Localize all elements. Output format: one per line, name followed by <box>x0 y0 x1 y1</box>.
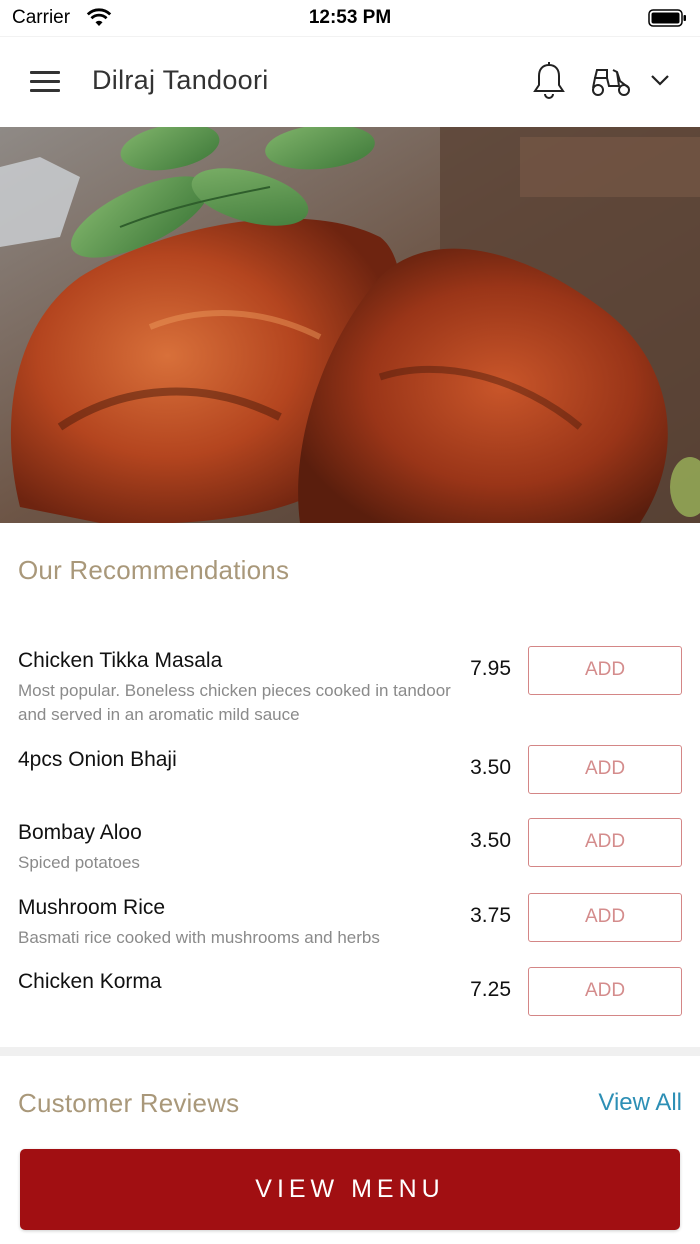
item-price: 3.50 <box>470 829 511 852</box>
app-header: Dilraj Tandoori <box>0 36 700 127</box>
chevron-down-icon[interactable] <box>650 73 670 92</box>
clock: 12:53 PM <box>308 7 392 28</box>
item-price: 7.95 <box>470 657 511 680</box>
view-menu-button[interactable]: VIEW MENU <box>20 1149 680 1230</box>
item-description: Basmati rice cooked with mushrooms and h… <box>18 928 380 947</box>
section-divider <box>0 1047 700 1056</box>
bell-icon[interactable] <box>531 61 567 106</box>
status-bar: Carrier 12:53 PM <box>0 0 700 36</box>
item-name: Bombay Aloo <box>18 821 142 844</box>
add-button[interactable]: ADD <box>528 893 682 942</box>
hero-food-image <box>0 127 700 523</box>
item-price: 7.25 <box>470 978 511 1001</box>
item-price: 3.50 <box>470 756 511 779</box>
item-name: Chicken Tikka Masala <box>18 649 223 672</box>
reviews-heading: Customer Reviews <box>18 1088 240 1118</box>
item-description: Spiced potatoes <box>18 853 140 872</box>
view-all-link[interactable]: View All <box>598 1089 682 1117</box>
item-name: Chicken Korma <box>18 970 162 993</box>
scooter-icon[interactable] <box>589 64 633 105</box>
item-price: 3.75 <box>470 904 511 927</box>
item-name: 4pcs Onion Bhaji <box>18 748 177 771</box>
add-button[interactable]: ADD <box>528 967 682 1016</box>
restaurant-title: Dilraj Tandoori <box>92 65 269 95</box>
add-button[interactable]: ADD <box>528 745 682 794</box>
hamburger-icon[interactable] <box>30 71 62 93</box>
item-description: Most popular. Boneless chicken pieces co… <box>18 681 451 724</box>
battery-icon <box>648 8 688 33</box>
recommendations-heading: Our Recommendations <box>18 555 290 585</box>
add-button[interactable]: ADD <box>528 646 682 695</box>
add-button[interactable]: ADD <box>528 818 682 867</box>
item-name: Mushroom Rice <box>18 896 166 919</box>
